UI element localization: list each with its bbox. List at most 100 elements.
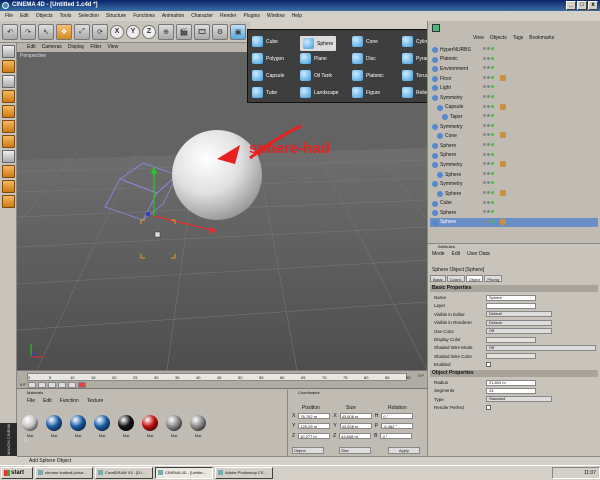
live-select-icon[interactable]: ↖: [38, 23, 54, 40]
om-menu-tags[interactable]: Tags: [513, 35, 524, 41]
visibility-dots[interactable]: [483, 210, 494, 214]
use-model-mode-icon[interactable]: [2, 45, 15, 58]
tab-object[interactable]: Object: [465, 275, 484, 282]
object-tree-row[interactable]: Symmetry: [430, 93, 598, 103]
enabled-check-icon[interactable]: [491, 190, 494, 194]
z-axis-handle[interactable]: [146, 212, 150, 216]
render-view-icon[interactable]: 🎬: [176, 23, 192, 40]
material-swatch[interactable]: Mat: [116, 415, 136, 438]
world-coord-icon[interactable]: ⊕: [158, 23, 174, 40]
object-tree-row[interactable]: Sphere: [430, 151, 598, 161]
render-visibility-icon[interactable]: [487, 133, 490, 137]
menu-render[interactable]: Render: [220, 11, 236, 21]
menu-plugins[interactable]: Plugins: [243, 11, 259, 21]
popup-item-disc[interactable]: Disc: [352, 53, 376, 64]
render-visibility-icon[interactable]: [487, 171, 490, 175]
menu-file[interactable]: File: [5, 11, 13, 21]
name-field[interactable]: Sphere: [486, 294, 536, 301]
editor-visibility-icon[interactable]: [483, 181, 486, 185]
material-swatch[interactable]: Mat: [92, 415, 112, 438]
phong-tag-icon[interactable]: [500, 74, 506, 81]
taskbar-app-button[interactable]: CINEMA 4D - [Untitle...: [155, 467, 213, 479]
segments-field[interactable]: 24: [486, 387, 536, 394]
visibility-dots[interactable]: [483, 142, 494, 146]
editor-visibility-icon[interactable]: [483, 152, 486, 156]
y-axis-lock-button[interactable]: Y: [126, 24, 140, 39]
move-icon[interactable]: ✥: [56, 23, 72, 40]
viewport-menu-display[interactable]: Display: [68, 43, 84, 52]
render-perfect-checkbox[interactable]: [486, 405, 491, 411]
visibility-dots[interactable]: [483, 56, 494, 60]
editor-visibility-icon[interactable]: [483, 171, 486, 175]
visibility-dots[interactable]: [483, 181, 494, 185]
editor-visibility-icon[interactable]: [483, 219, 486, 223]
render-visibility-icon[interactable]: [487, 152, 490, 156]
menu-objects[interactable]: Objects: [36, 11, 53, 21]
attr-menu-edit[interactable]: Edit: [452, 251, 461, 257]
enabled-check-icon[interactable]: [491, 152, 494, 156]
object-tree-row[interactable]: Symmetry: [430, 160, 598, 170]
polygon-mode-icon[interactable]: [2, 135, 15, 148]
object-tree-row[interactable]: Floor: [430, 74, 598, 84]
popup-item-landscape[interactable]: Landscape: [300, 87, 338, 98]
visibility-dots[interactable]: [483, 123, 494, 127]
render-visibility-icon[interactable]: [487, 210, 490, 214]
popup-item-cube[interactable]: Cube: [252, 36, 278, 47]
popup-item-cone[interactable]: Cone: [352, 36, 378, 47]
viewport-menu-filter[interactable]: Filter: [90, 43, 101, 52]
z-axis-lock-button[interactable]: Z: [142, 24, 156, 39]
object-tree-row[interactable]: Symmetry: [430, 179, 598, 189]
editor-visibility-icon[interactable]: [483, 142, 486, 146]
render-visibility-icon[interactable]: [487, 142, 490, 146]
position-field[interactable]: 10.277 m: [298, 433, 331, 439]
visibility-dots[interactable]: [483, 190, 494, 194]
object-tree-row[interactable]: Capsule: [430, 103, 598, 113]
radius-field[interactable]: 21.804 m: [486, 379, 536, 386]
object-tree-row[interactable]: Sphere: [430, 189, 598, 199]
tab-basic[interactable]: Basic: [430, 275, 446, 282]
object-manager-tab-icon[interactable]: [432, 24, 440, 32]
visibility-dots[interactable]: [483, 66, 494, 70]
tab-phong[interactable]: Phong: [484, 275, 502, 282]
render-visibility-icon[interactable]: [487, 162, 490, 166]
object-tree-row[interactable]: Sphere: [430, 170, 598, 180]
render-visibility-icon[interactable]: [487, 75, 490, 79]
menu-tools[interactable]: Tools: [60, 11, 72, 21]
object-tree-row[interactable]: Light: [430, 83, 598, 93]
apply-button[interactable]: Apply: [388, 447, 420, 454]
visibility-dots[interactable]: [483, 75, 494, 79]
popup-item-platonic[interactable]: Platonic: [352, 70, 384, 81]
material-swatch[interactable]: Mat: [164, 415, 184, 438]
editor-visibility-icon[interactable]: [483, 66, 486, 70]
editor-visibility-icon[interactable]: [483, 210, 486, 214]
render-picture-viewer-icon[interactable]: 🎞: [194, 23, 210, 40]
object-tree-row[interactable]: Sphere: [430, 208, 598, 218]
use-object-mode-icon[interactable]: [2, 60, 15, 73]
editor-visibility-icon[interactable]: [483, 133, 486, 137]
menu-selection[interactable]: Selection: [78, 11, 99, 21]
object-tree-row[interactable]: HyperNURBS: [430, 45, 598, 55]
enabled-checkbox[interactable]: [486, 362, 491, 368]
rotate-icon[interactable]: ⟳: [92, 23, 108, 40]
visibility-dots[interactable]: [483, 219, 494, 223]
visibility-dots[interactable]: [483, 94, 494, 98]
popup-item-plane[interactable]: Plane: [300, 53, 327, 64]
editor-visibility-icon[interactable]: [483, 47, 486, 50]
editor-visibility-icon[interactable]: [483, 85, 486, 89]
object-tree-row[interactable]: Sphere: [430, 141, 598, 151]
render-visibility-icon[interactable]: [487, 190, 490, 194]
render-visibility-icon[interactable]: [487, 47, 490, 50]
tweak-mode-icon[interactable]: [2, 165, 15, 178]
visibility-dots[interactable]: [483, 200, 494, 204]
enabled-check-icon[interactable]: [491, 123, 494, 127]
menu-edit[interactable]: Edit: [20, 11, 29, 21]
size-mode-select[interactable]: Size: [339, 447, 371, 454]
visibility-dots[interactable]: [483, 47, 494, 50]
workplane-icon[interactable]: [2, 195, 15, 208]
popup-item-polygon[interactable]: Polygon: [252, 53, 284, 64]
maximize-button[interactable]: □: [577, 1, 587, 10]
visibility-dots[interactable]: [483, 114, 494, 118]
enabled-check-icon[interactable]: [491, 114, 494, 118]
size-field[interactable]: 43.608 m: [339, 423, 372, 429]
object-tree-row[interactable]: Symmetry: [430, 122, 598, 132]
